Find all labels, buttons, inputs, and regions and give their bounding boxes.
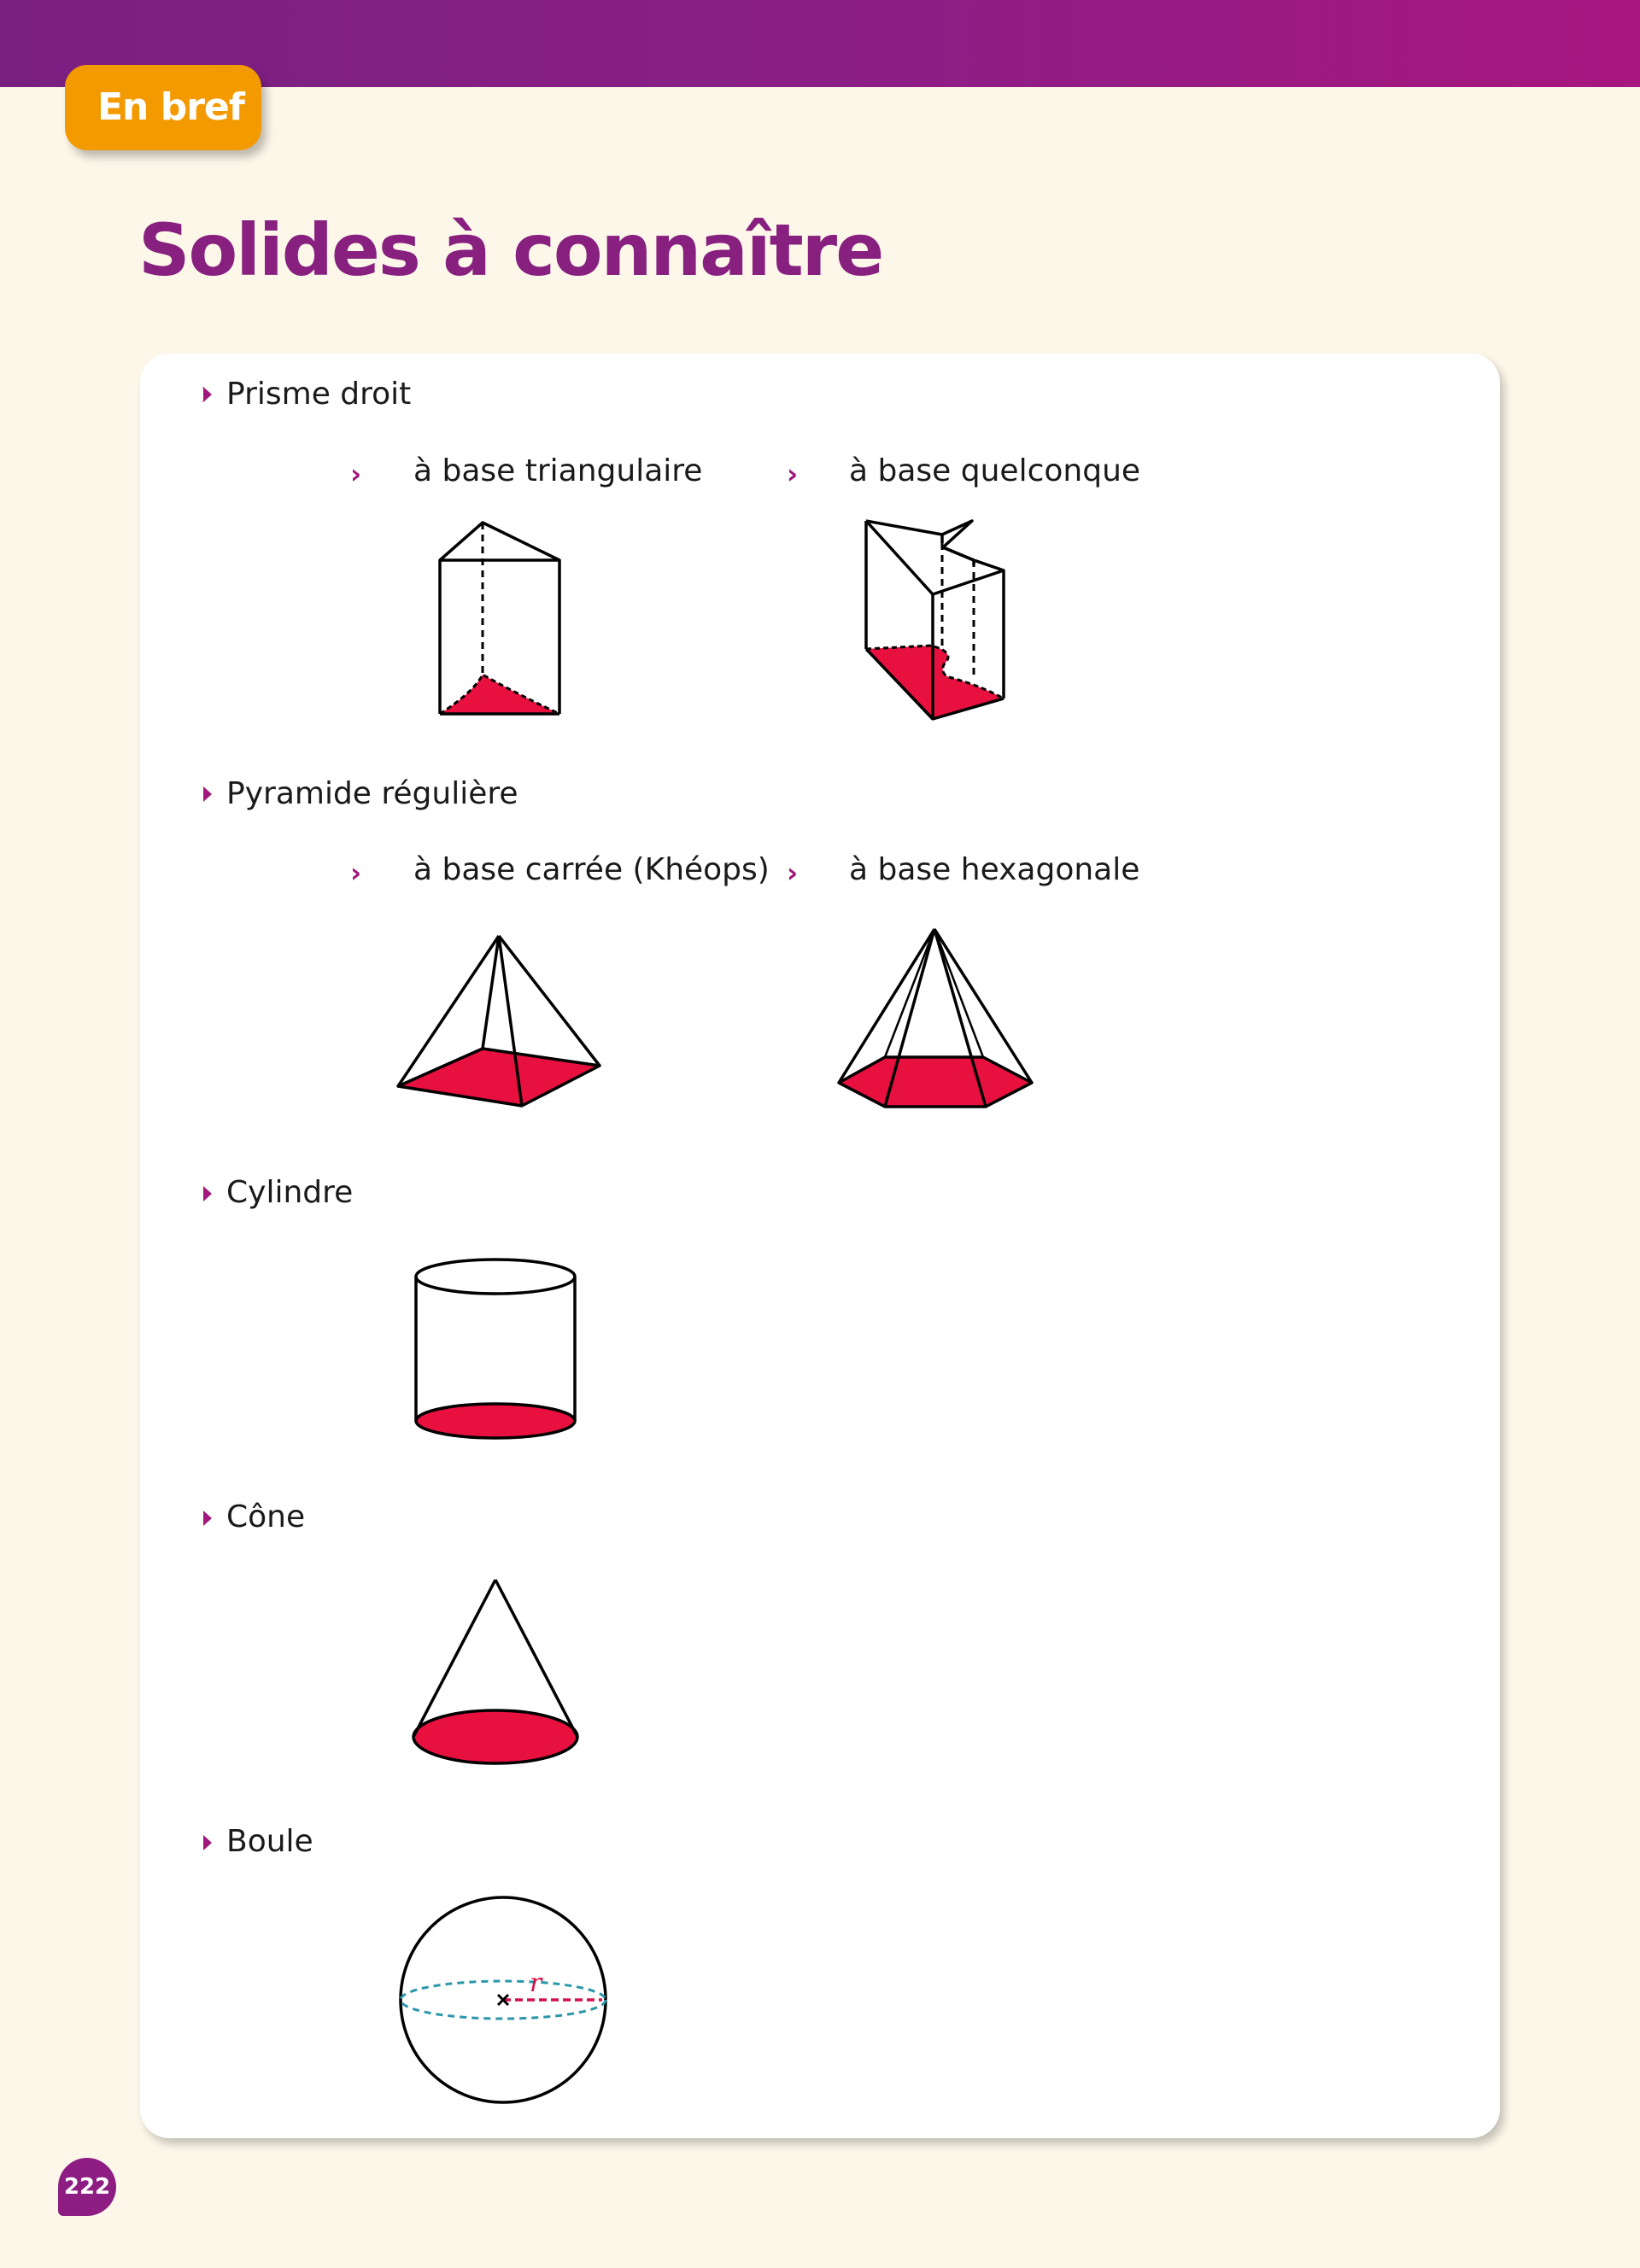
irregular-prism-icon xyxy=(863,519,1007,721)
section-label-pyramide: Pyramide régulière xyxy=(226,776,518,811)
chevron-right-icon: › xyxy=(350,856,362,889)
section-label-cylindre: Cylindre xyxy=(226,1175,354,1210)
content-card xyxy=(140,354,1500,2138)
bullet-icon xyxy=(203,1835,212,1850)
section-label-prisme-droit: Prisme droit xyxy=(226,377,412,412)
bullet-icon xyxy=(203,1511,212,1526)
page-number: 222 xyxy=(58,2158,116,2216)
hexagonal-pyramid-icon xyxy=(837,928,1034,1108)
bullet-icon xyxy=(202,387,212,402)
section-badge: En bref xyxy=(65,65,261,150)
triangular-prism-icon xyxy=(435,521,561,716)
sub-label-base-hexagonale: à base hexagonale xyxy=(849,852,1140,887)
square-pyramid-icon xyxy=(396,934,601,1108)
bullet-icon xyxy=(203,1186,212,1201)
cylinder-icon xyxy=(414,1258,577,1440)
section-label-boule: Boule xyxy=(226,1824,313,1859)
sphere-icon: r xyxy=(399,1896,607,2104)
chevron-right-icon: › xyxy=(787,458,799,490)
bullet-icon xyxy=(203,786,212,802)
sub-label-base-quelconque: à base quelconque xyxy=(849,453,1141,488)
chevron-right-icon: › xyxy=(787,856,799,889)
radius-label: r xyxy=(530,1968,543,1998)
cone-icon xyxy=(412,1579,579,1765)
chevron-right-icon: › xyxy=(350,458,362,490)
section-label-cone: Cône xyxy=(226,1499,306,1534)
page-title: Solides à connaître xyxy=(138,208,884,292)
sub-label-base-carree: à base carrée (Khéops) xyxy=(413,852,770,887)
sub-label-base-triangulaire: à base triangulaire xyxy=(413,453,703,488)
